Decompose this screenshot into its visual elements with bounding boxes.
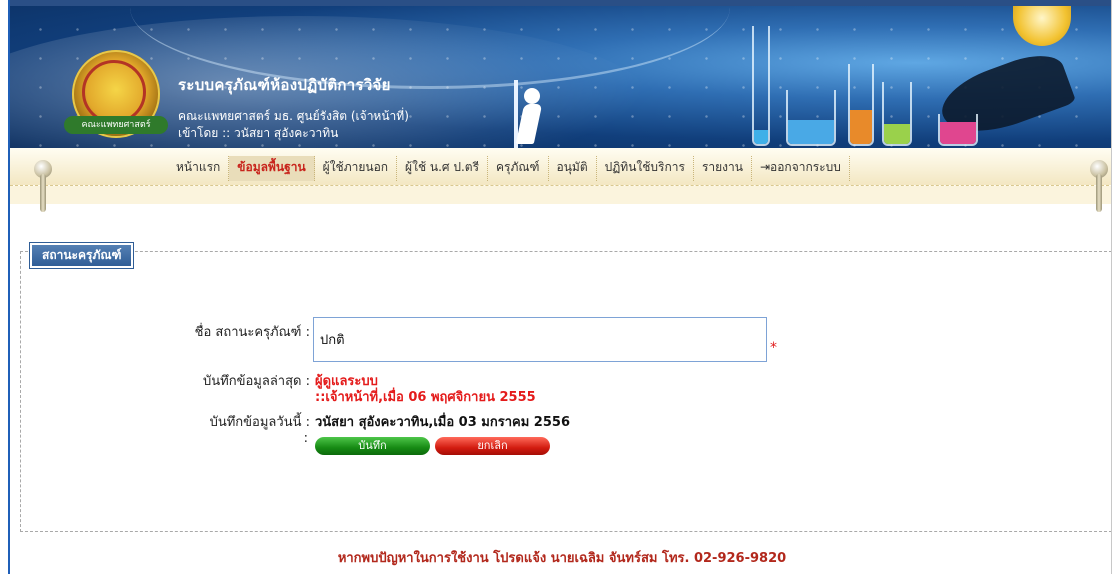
last-saved-label: บันทึกข้อมูลล่าสุด : <box>203 374 310 389</box>
menu-list: หน้าแรก ข้อมูลพื้นฐาน ผู้ใช้ภายนอก ผู้ใช… <box>168 156 850 181</box>
nav-external-users[interactable]: ผู้ใช้ภายนอก <box>315 156 398 181</box>
scroll-rod-left <box>34 160 52 212</box>
page-frame: คณะแพทยศาสตร์ ระบบครุภัณฑ์ห้องปฏิบัติการ… <box>8 0 1112 574</box>
rod-stick <box>40 174 46 212</box>
lab-cylinder <box>848 64 874 146</box>
name-label: ชื่อ สถานะครุภัณฑ์ : <box>194 325 310 340</box>
today-value: วนัสยา สุอังคะวาทิน,เมื่อ 03 มกราคม 2556 <box>315 415 570 430</box>
nav-area: หน้าแรก ข้อมูลพื้นฐาน ผู้ใช้ภายนอก ผู้ใช… <box>10 148 1111 204</box>
footer-contact: หากพบปัญหาในการใช้งาน โปรดแจ้ง นายเฉลิม … <box>337 551 787 566</box>
lab-beaker <box>786 90 836 146</box>
last-saved-detail: ::เจ้าหน้าที่,เมื่อ 06 พฤศจิกายน 2555 <box>315 390 536 405</box>
main-nav: หน้าแรก ข้อมูลพื้นฐาน ผู้ใช้ภายนอก ผู้ใช… <box>10 148 1111 186</box>
logged-in-user: เข้าโดย :: วนัสยา สุอังคะวาทิน <box>178 126 339 140</box>
lab-flask <box>882 82 912 146</box>
rod-stick <box>1096 174 1102 212</box>
scroll-rod-right <box>1090 160 1108 212</box>
app-title: ระบบครุภัณฑ์ห้องปฏิบัติการวิจัย <box>178 76 391 94</box>
logout-icon: ⇥ <box>759 160 771 174</box>
save-button[interactable]: บันทึก <box>315 437 430 455</box>
cancel-button[interactable]: ยกเลิก <box>435 437 550 455</box>
lab-tube <box>752 26 770 146</box>
required-mark: * <box>770 340 777 356</box>
nav-logout[interactable]: ⇥ออกจากระบบ <box>752 156 850 181</box>
form-panel <box>20 251 1111 532</box>
nav-logout-label: ออกจากระบบ <box>770 160 841 174</box>
nav-approve[interactable]: อนุมัติ <box>549 156 597 181</box>
nav-calendar[interactable]: ปฏิทินใช้บริการ <box>597 156 694 181</box>
today-label: บันทึกข้อมูลวันนี้ : <box>209 415 310 430</box>
nav-home[interactable]: หน้าแรก <box>168 156 230 181</box>
lab-test-tube <box>938 114 978 146</box>
form-legend: สถานะครุภัณฑ์ <box>30 243 134 268</box>
nav-reports[interactable]: รายงาน <box>694 156 752 181</box>
logo-ribbon: คณะแพทยศาสตร์ <box>64 116 168 134</box>
figure-head <box>524 88 540 104</box>
nav-undergrad-users[interactable]: ผู้ใช้ น.ศ ป.ตรี <box>397 156 489 181</box>
buttons-colon: : <box>303 431 308 446</box>
nav-equipment[interactable]: ครุภัณฑ์ <box>488 156 549 181</box>
status-name-input[interactable] <box>313 317 767 362</box>
header-banner: คณะแพทยศาสตร์ ระบบครุภัณฑ์ห้องปฏิบัติการ… <box>10 0 1111 148</box>
logo-ring <box>82 60 146 124</box>
university-logo: คณะแพทยศาสตร์ <box>64 50 168 138</box>
nav-basic-data[interactable]: ข้อมูลพื้นฐาน <box>229 156 315 181</box>
